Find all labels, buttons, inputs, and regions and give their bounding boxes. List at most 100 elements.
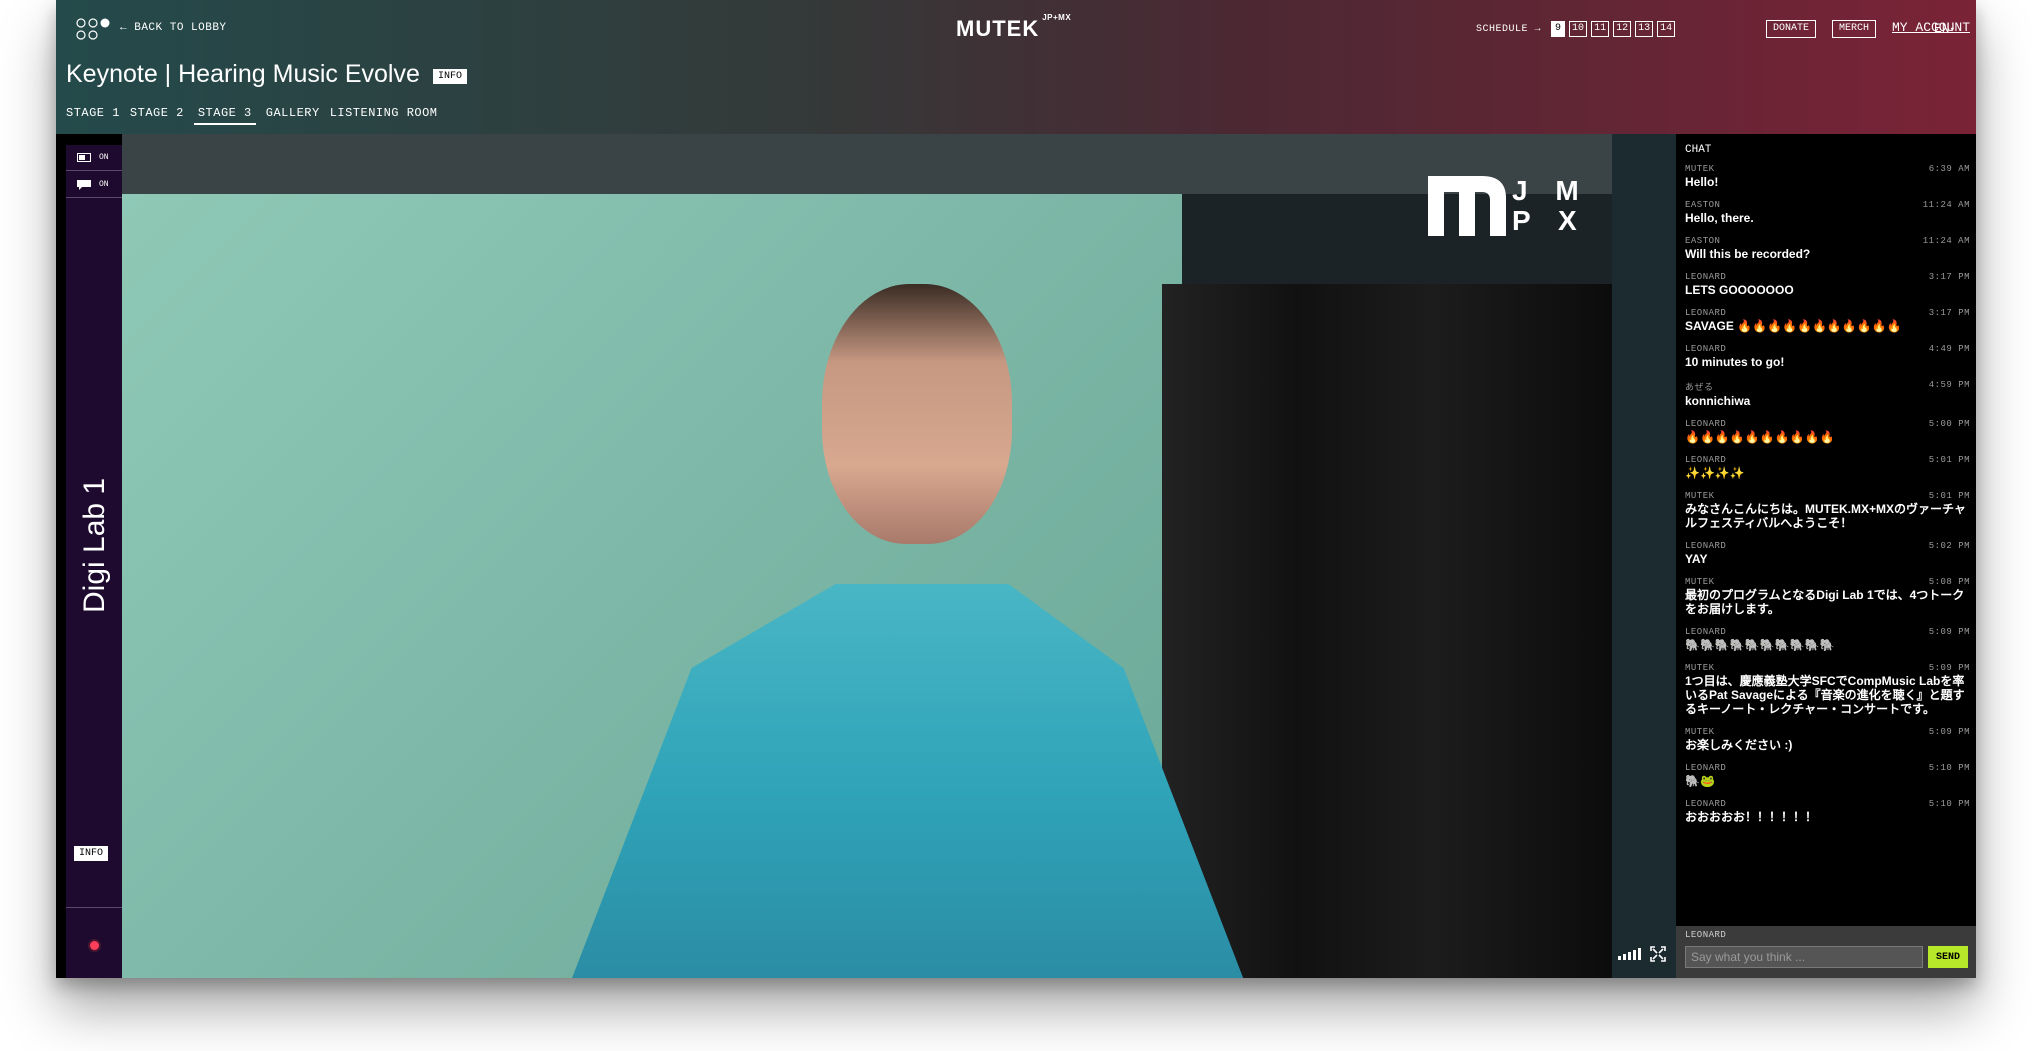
chat-message-meta: EASTON 11:24 AM (1685, 236, 1970, 246)
chat-message-time: 11:24 AM (1922, 236, 1970, 246)
chat-message-user: LEONARD (1685, 541, 1727, 551)
send-button[interactable]: SEND (1928, 946, 1968, 968)
chat-message: LEONARD 5:01 PM ✨✨✨✨ (1685, 455, 1970, 480)
video-top-band (122, 134, 1612, 194)
chat-message: LEONARD 5:10 PM 🐘🐸 (1685, 763, 1970, 788)
chat-message-time: 5:08 PM (1928, 577, 1970, 587)
camera-icon (77, 153, 91, 162)
chat-message-text: YAY (1685, 552, 1708, 566)
chat-title: CHAT (1685, 144, 1712, 156)
tab-stage-3[interactable]: STAGE 3 (193, 106, 256, 125)
stage-name: Digi Lab 1 (78, 477, 111, 613)
chat-message-meta: LEONARD 5:10 PM (1685, 763, 1970, 773)
donate-button[interactable]: DONATE (1766, 20, 1817, 38)
chat-message-user: LEONARD (1685, 272, 1727, 282)
chat-message-text: 10 minutes to go! (1685, 355, 1785, 369)
tab-listening-room[interactable]: LISTENING ROOM (330, 106, 438, 125)
fullscreen-icon[interactable] (1650, 946, 1666, 967)
video-speaker-head (822, 284, 1012, 544)
chat-message-time: 4:59 PM (1928, 380, 1970, 390)
chat-message-time: 5:01 PM (1928, 455, 1970, 465)
video-player[interactable]: J M P X (122, 134, 1682, 978)
chat-message: LEONARD 5:02 PM YAY (1685, 541, 1970, 566)
chat-message: MUTEK 5:09 PM お楽しみください :) (1685, 727, 1970, 752)
back-to-lobby-link[interactable]: ← BACK TO LOBBY (120, 22, 227, 34)
sidebar-info-button[interactable]: INFO (74, 846, 109, 861)
chat-message-time: 3:17 PM (1928, 308, 1970, 318)
brand-sup: JP+MX (1042, 12, 1072, 22)
video-side-strip (1612, 134, 1682, 978)
chat-message: LEONARD 5:10 PM おおおおお！！！！！！ (1685, 799, 1970, 824)
chat-message-user: MUTEK (1685, 577, 1715, 587)
chat-message: あぜる 4:59 PM konnichiwa (1685, 380, 1970, 408)
chat-message-meta: LEONARD 3:17 PM (1685, 308, 1970, 318)
chat-message-text: LETS GOOOOOOO (1685, 283, 1794, 297)
tab-gallery[interactable]: GALLERY (266, 106, 320, 125)
schedule-day-10[interactable]: 10 (1569, 21, 1588, 37)
info-button[interactable]: INFO (433, 69, 468, 84)
stage-tabs: STAGE 1 STAGE 2 STAGE 3 GALLERY LISTENIN… (66, 106, 438, 125)
chat-message-time: 5:10 PM (1928, 763, 1970, 773)
brand-logo[interactable]: MUTEK JP+MX (956, 12, 1072, 42)
language-selector[interactable]: EN▾ (1934, 21, 1955, 36)
merch-button[interactable]: MERCH (1832, 20, 1877, 38)
chat-input[interactable] (1685, 946, 1923, 968)
chat-toggle[interactable]: ON (66, 172, 122, 198)
chat-message-text: 🔥🔥🔥🔥🔥🔥🔥🔥🔥🔥 (1685, 430, 1835, 444)
chat-message-user: MUTEK (1685, 491, 1715, 501)
dots-logo-icon[interactable] (76, 18, 112, 42)
header: ← BACK TO LOBBY MUTEK JP+MX SCHEDULE → 9 … (56, 0, 1976, 134)
camera-toggle[interactable]: ON (66, 145, 122, 171)
chat-message-time: 4:49 PM (1928, 344, 1970, 354)
schedule-day-11[interactable]: 11 (1591, 21, 1610, 37)
chat-message-list[interactable]: MUTEK 6:39 AM Hello! EASTON 11:24 AM Hello, t… (1685, 164, 1970, 835)
volume-bars-icon[interactable] (1618, 946, 1644, 965)
chat-message-text: ✨✨✨✨ (1685, 466, 1745, 480)
chat-message-meta: MUTEK 6:39 AM (1685, 164, 1970, 174)
chat-message: MUTEK 5:01 PM みなさんこんにちは。MUTEK.MX+MXのヴァーチャル… (1685, 491, 1970, 530)
chat-message: EASTON 11:24 AM Will this be recorded? (1685, 236, 1970, 261)
chat-message-user: EASTON (1685, 200, 1721, 210)
record-dot-icon (90, 941, 99, 950)
chat-input-area: LEONARD SEND (1676, 926, 1976, 978)
my-account-link[interactable]: MY ACCOUNT (1892, 20, 1970, 35)
chat-message-user: LEONARD (1685, 344, 1727, 354)
schedule-day-13[interactable]: 13 (1635, 21, 1654, 37)
chat-message-meta: LEONARD 5:09 PM (1685, 627, 1970, 637)
chat-message-time: 3:17 PM (1928, 272, 1970, 282)
video-watermark-logo: J M P X (1428, 176, 1589, 236)
chat-message: LEONARD 3:17 PM LETS GOOOOOOO (1685, 272, 1970, 297)
schedule-label-text: SCHEDULE (1476, 23, 1529, 35)
chat-message-meta: あぜる 4:59 PM (1685, 380, 1970, 393)
chat-message-text: konnichiwa (1685, 394, 1751, 408)
chat-message-meta: LEONARD 5:00 PM (1685, 419, 1970, 429)
language-label: EN (1934, 21, 1950, 36)
schedule-day-9[interactable]: 9 (1551, 21, 1566, 37)
schedule-day-14[interactable]: 14 (1657, 21, 1676, 37)
schedule-nav: SCHEDULE → 9 10 11 12 13 14 (1476, 21, 1676, 37)
chat-message-user: LEONARD (1685, 763, 1727, 773)
tab-stage-2[interactable]: STAGE 2 (130, 106, 184, 125)
chat-message-text: SAVAGE 🔥🔥🔥🔥🔥🔥🔥🔥🔥🔥🔥 (1685, 319, 1902, 333)
schedule-day-12[interactable]: 12 (1613, 21, 1632, 37)
schedule-label: SCHEDULE → (1476, 24, 1541, 35)
chat-message-user: EASTON (1685, 236, 1721, 246)
chat-message: EASTON 11:24 AM Hello, there. (1685, 200, 1970, 225)
app-window: ← BACK TO LOBBY MUTEK JP+MX SCHEDULE → 9 … (56, 0, 1976, 978)
chat-message: LEONARD 4:49 PM 10 minutes to go! (1685, 344, 1970, 369)
chat-bubble-icon (77, 179, 91, 190)
chat-message-time: 5:10 PM (1928, 799, 1970, 809)
back-label: BACK TO LOBBY (134, 22, 227, 34)
chat-message-meta: LEONARD 4:49 PM (1685, 344, 1970, 354)
logo-letters: J M P X (1512, 175, 1589, 236)
tab-stage-1[interactable]: STAGE 1 (66, 106, 120, 125)
chat-message-meta: LEONARD 5:02 PM (1685, 541, 1970, 551)
chat-message-text: Hello! (1685, 175, 1719, 189)
page-title: Keynote | Hearing Music Evolve (66, 60, 420, 88)
video-curtain (1162, 284, 1612, 978)
chat-message-time: 5:00 PM (1928, 419, 1970, 429)
chat-toggle-state: ON (99, 180, 109, 189)
chat-message: LEONARD 5:00 PM 🔥🔥🔥🔥🔥🔥🔥🔥🔥🔥 (1685, 419, 1970, 444)
chat-message-meta: MUTEK 5:09 PM (1685, 663, 1970, 673)
chat-message-time: 6:39 AM (1928, 164, 1970, 174)
